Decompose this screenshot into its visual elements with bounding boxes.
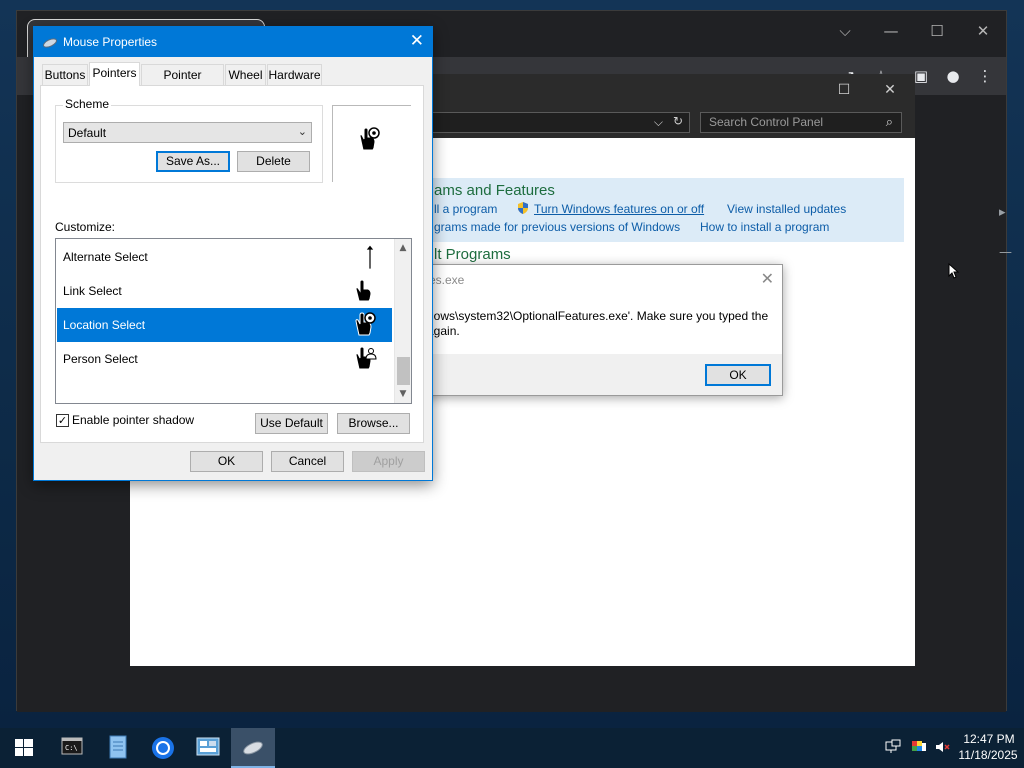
cp-maximize-icon[interactable]: ☐: [821, 76, 867, 104]
search-placeholder: Search Control Panel: [709, 115, 824, 129]
pointers-panel: Scheme Default ⌄ Save As... Delete Custo…: [40, 85, 424, 443]
close-icon[interactable]: ✕: [965, 17, 1001, 45]
cursor-preview: [332, 105, 411, 182]
cp-search-input[interactable]: Search Control Panel ⌕: [700, 112, 902, 133]
taskbar: C:\ 12:47 PM 11/18/2025: [0, 728, 1024, 768]
list-item-label: Link Select: [63, 284, 122, 298]
address-dropdown-icon[interactable]: ⌵: [654, 115, 663, 130]
dialog-titlebar: Mouse Properties ✕: [34, 27, 432, 57]
scrollbar-thumb[interactable]: [397, 357, 410, 385]
save-as-button[interactable]: Save As...: [156, 151, 230, 172]
control-panel-icon[interactable]: [186, 728, 230, 768]
tab-search-icon[interactable]: ⌵: [827, 17, 863, 45]
mouse-icon: [42, 34, 58, 50]
hand-pin-cursor-icon: [353, 311, 376, 336]
mouse-icon[interactable]: [231, 728, 275, 768]
list-item-label: Person Select: [63, 352, 138, 366]
shadow-checkbox[interactable]: ✓: [56, 414, 69, 427]
close-icon[interactable]: ✕: [410, 31, 424, 51]
hand-person-cursor-icon: [353, 345, 377, 370]
shadow-label[interactable]: Enable pointer shadow: [72, 413, 194, 427]
windows-features-link[interactable]: Turn Windows features on or off: [534, 202, 704, 216]
profile-icon[interactable]: ●: [941, 65, 965, 87]
mouse-properties-dialog: Mouse Properties ✕ Buttons Pointers Poin…: [33, 26, 433, 481]
error-dialog: es.exe ✕ dows\system32\OptionalFeatures.…: [418, 264, 783, 396]
list-item[interactable]: Alternate Select: [57, 240, 392, 274]
scheme-select[interactable]: Default ⌄: [63, 122, 312, 143]
hand-cursor-icon: [353, 279, 375, 302]
hand-pin-cursor-icon: [357, 126, 381, 155]
mouse-cursor-icon: [944, 262, 962, 282]
apply-button: Apply: [352, 451, 425, 472]
minimize-icon[interactable]: —: [873, 17, 909, 45]
terminal-icon[interactable]: C:\: [50, 728, 94, 768]
network-icon[interactable]: [884, 738, 902, 756]
uac-shield-icon: [516, 201, 530, 215]
list-item-selected[interactable]: Location Select: [57, 308, 392, 342]
close-icon[interactable]: ✕: [761, 269, 774, 288]
old-programs-link[interactable]: grams made for previous versions of Wind…: [434, 220, 680, 234]
error-message-line: again.: [427, 324, 460, 338]
tab-hardware[interactable]: Hardware: [267, 64, 322, 85]
error-message-line: dows\system32\OptionalFeatures.exe'. Mak…: [427, 309, 769, 323]
volume-muted-icon[interactable]: [934, 738, 952, 756]
cp-address-field[interactable]: ⌵ ↻: [432, 112, 690, 133]
uninstall-link[interactable]: ll a program: [434, 202, 497, 216]
scheme-value: Default: [68, 126, 107, 140]
error-title: es.exe: [429, 273, 465, 287]
list-item-label: Location Select: [63, 318, 146, 332]
list-scrollbar[interactable]: ▲ ▼: [394, 239, 411, 403]
side-glyph-icon: ▸: [999, 205, 1006, 220]
cursor-list[interactable]: Alternate Select Link Select Location Se…: [55, 238, 412, 404]
chrome-icon[interactable]: [141, 728, 185, 768]
dialog-title: Mouse Properties: [63, 35, 158, 49]
delete-button[interactable]: Delete: [237, 151, 310, 172]
tab-pointers[interactable]: Pointers: [89, 62, 140, 86]
side-glyph-icon: —: [999, 245, 1012, 260]
list-item[interactable]: Link Select: [57, 274, 392, 308]
cp-close-icon[interactable]: ✕: [867, 76, 913, 104]
refresh-icon[interactable]: ↻: [673, 114, 683, 128]
scroll-up-icon[interactable]: ▲: [395, 240, 411, 256]
error-ok-button[interactable]: OK: [705, 364, 771, 386]
maximize-icon[interactable]: ☐: [919, 17, 955, 45]
search-icon: ⌕: [885, 114, 893, 129]
ok-button[interactable]: OK: [190, 451, 263, 472]
clock-date[interactable]: 11/18/2025: [956, 748, 1020, 762]
menu-dots-icon[interactable]: ⋮: [973, 65, 997, 87]
programs-heading[interactable]: ams and Features: [434, 182, 555, 199]
list-item[interactable]: Person Select: [57, 342, 392, 376]
installed-updates-link[interactable]: View installed updates: [727, 202, 846, 216]
scheme-label: Scheme: [63, 97, 112, 111]
color-display-icon[interactable]: [910, 738, 928, 756]
use-default-button[interactable]: Use Default: [255, 413, 328, 434]
up-arrow-cursor-icon: [359, 244, 381, 270]
tab-wheel[interactable]: Wheel: [225, 64, 266, 85]
cancel-button[interactable]: Cancel: [271, 451, 344, 472]
chevron-down-icon: ⌄: [297, 125, 307, 138]
scroll-down-icon[interactable]: ▼: [395, 386, 411, 402]
tab-pointer-options[interactable]: Pointer Options: [141, 64, 224, 102]
browse-button[interactable]: Browse...: [337, 413, 410, 434]
start-icon[interactable]: [2, 728, 46, 768]
list-item-label: Alternate Select: [63, 250, 148, 264]
clock-time[interactable]: 12:47 PM: [960, 732, 1018, 746]
svg-text:C:\: C:\: [65, 744, 78, 752]
default-programs-heading[interactable]: lt Programs: [434, 246, 511, 263]
customize-label: Customize:: [55, 220, 116, 234]
howto-install-link[interactable]: How to install a program: [700, 220, 829, 234]
notepad-icon[interactable]: [96, 728, 140, 768]
error-message: dows\system32\OptionalFeatures.exe'. Mak…: [427, 309, 777, 339]
tab-buttons[interactable]: Buttons: [42, 64, 88, 85]
